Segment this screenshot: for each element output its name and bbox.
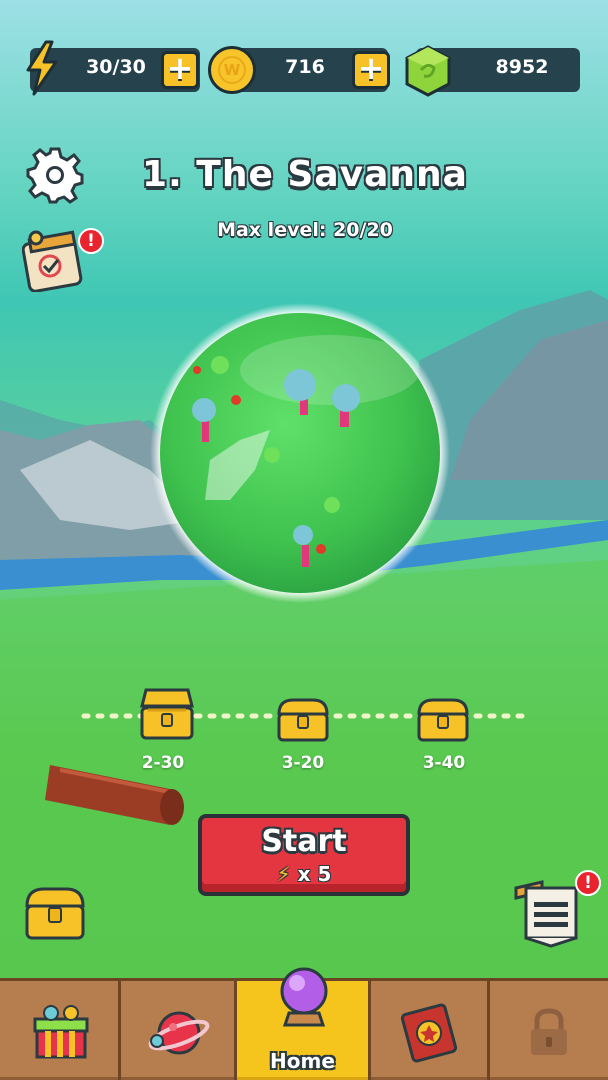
reward-chest-3-icon[interactable] — [415, 696, 471, 744]
home-tab[interactable]: Home — [237, 967, 371, 1080]
energy-value: 30/30 — [86, 56, 146, 78]
gift-box-icon — [33, 1005, 89, 1059]
planet-icon — [148, 1011, 210, 1055]
treasure-chest-button-icon[interactable] — [22, 884, 88, 942]
start-cost: ⚡ x 5 — [202, 862, 406, 886]
spellbook-icon — [400, 1003, 458, 1063]
reward-label-1: 2-30 — [141, 753, 185, 773]
bottom-nav: Home — [0, 967, 608, 1080]
planet-bubble[interactable] — [160, 313, 440, 593]
coin-icon: W — [208, 46, 256, 94]
start-cost-value: x 5 — [297, 862, 332, 886]
reward-label-2: 3-20 — [281, 753, 325, 773]
quests-alert-badge: ! — [78, 228, 104, 254]
mail-scroll-icon[interactable] — [512, 878, 584, 948]
planets-tab[interactable] — [121, 981, 237, 1080]
shop-tab[interactable] — [0, 981, 121, 1080]
book-tab[interactable] — [371, 981, 490, 1080]
lightning-icon: ⚡ — [276, 862, 291, 886]
locked-tab[interactable] — [490, 981, 608, 1080]
settings-gear-icon[interactable] — [26, 146, 84, 204]
gems-value: 8952 — [495, 56, 549, 78]
level-title: 1. The Savanna — [142, 154, 468, 195]
lock-icon — [531, 1008, 567, 1055]
add-coins-button[interactable]: + — [352, 51, 390, 89]
reward-label-3: 3-40 — [422, 753, 466, 773]
start-label: Start — [261, 824, 347, 859]
home-tab-label: Home — [270, 1049, 335, 1073]
crystal-ball-icon — [280, 967, 328, 1027]
coins-value: 716 — [285, 56, 325, 78]
gem-icon — [405, 45, 451, 97]
lightning-icon — [26, 40, 58, 96]
reward-chest-2-icon[interactable] — [275, 696, 331, 744]
max-level-text: Max level: 20/20 — [217, 219, 393, 241]
coin-symbol: W — [218, 56, 246, 84]
add-energy-button[interactable]: + — [161, 51, 199, 89]
start-button[interactable]: Start ⚡ x 5 — [198, 814, 410, 896]
mail-alert-badge: ! — [575, 870, 601, 896]
reward-chest-1-open-icon[interactable] — [136, 686, 198, 744]
